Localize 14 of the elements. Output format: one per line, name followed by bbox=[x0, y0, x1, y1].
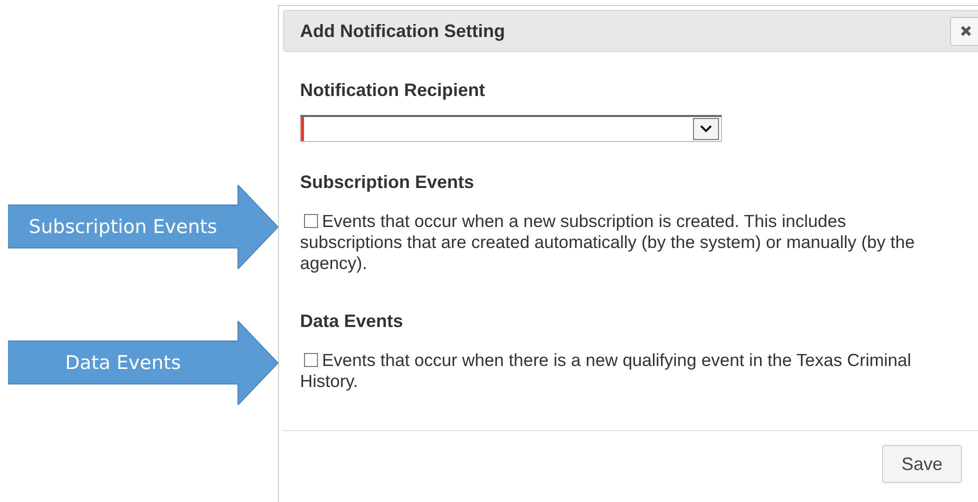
close-button[interactable] bbox=[950, 16, 978, 46]
dropdown-button[interactable] bbox=[693, 118, 719, 140]
chevron-down-icon bbox=[700, 125, 712, 133]
field-label: Notification Recipient bbox=[300, 80, 486, 101]
dialog-title: Add Notification Setting bbox=[300, 20, 505, 42]
checkbox[interactable]: Events that occur when there is a new qualifying event in the Texas Criminal History. bbox=[300, 350, 945, 392]
callout-label: Subscription Events bbox=[28, 214, 218, 240]
save-button[interactable]: Save bbox=[882, 445, 962, 483]
callout-label: Data Events bbox=[64, 350, 182, 376]
close-icon bbox=[960, 25, 972, 37]
checkbox[interactable]: Events that occur when a new subscription is created. This includes subscriptions that are created automatically (by the system) or manually (by the agency). bbox=[300, 211, 945, 274]
section-heading: Data Events bbox=[300, 311, 404, 332]
recipient-dropdown[interactable] bbox=[300, 115, 722, 142]
section-heading: Subscription Events bbox=[300, 172, 476, 193]
